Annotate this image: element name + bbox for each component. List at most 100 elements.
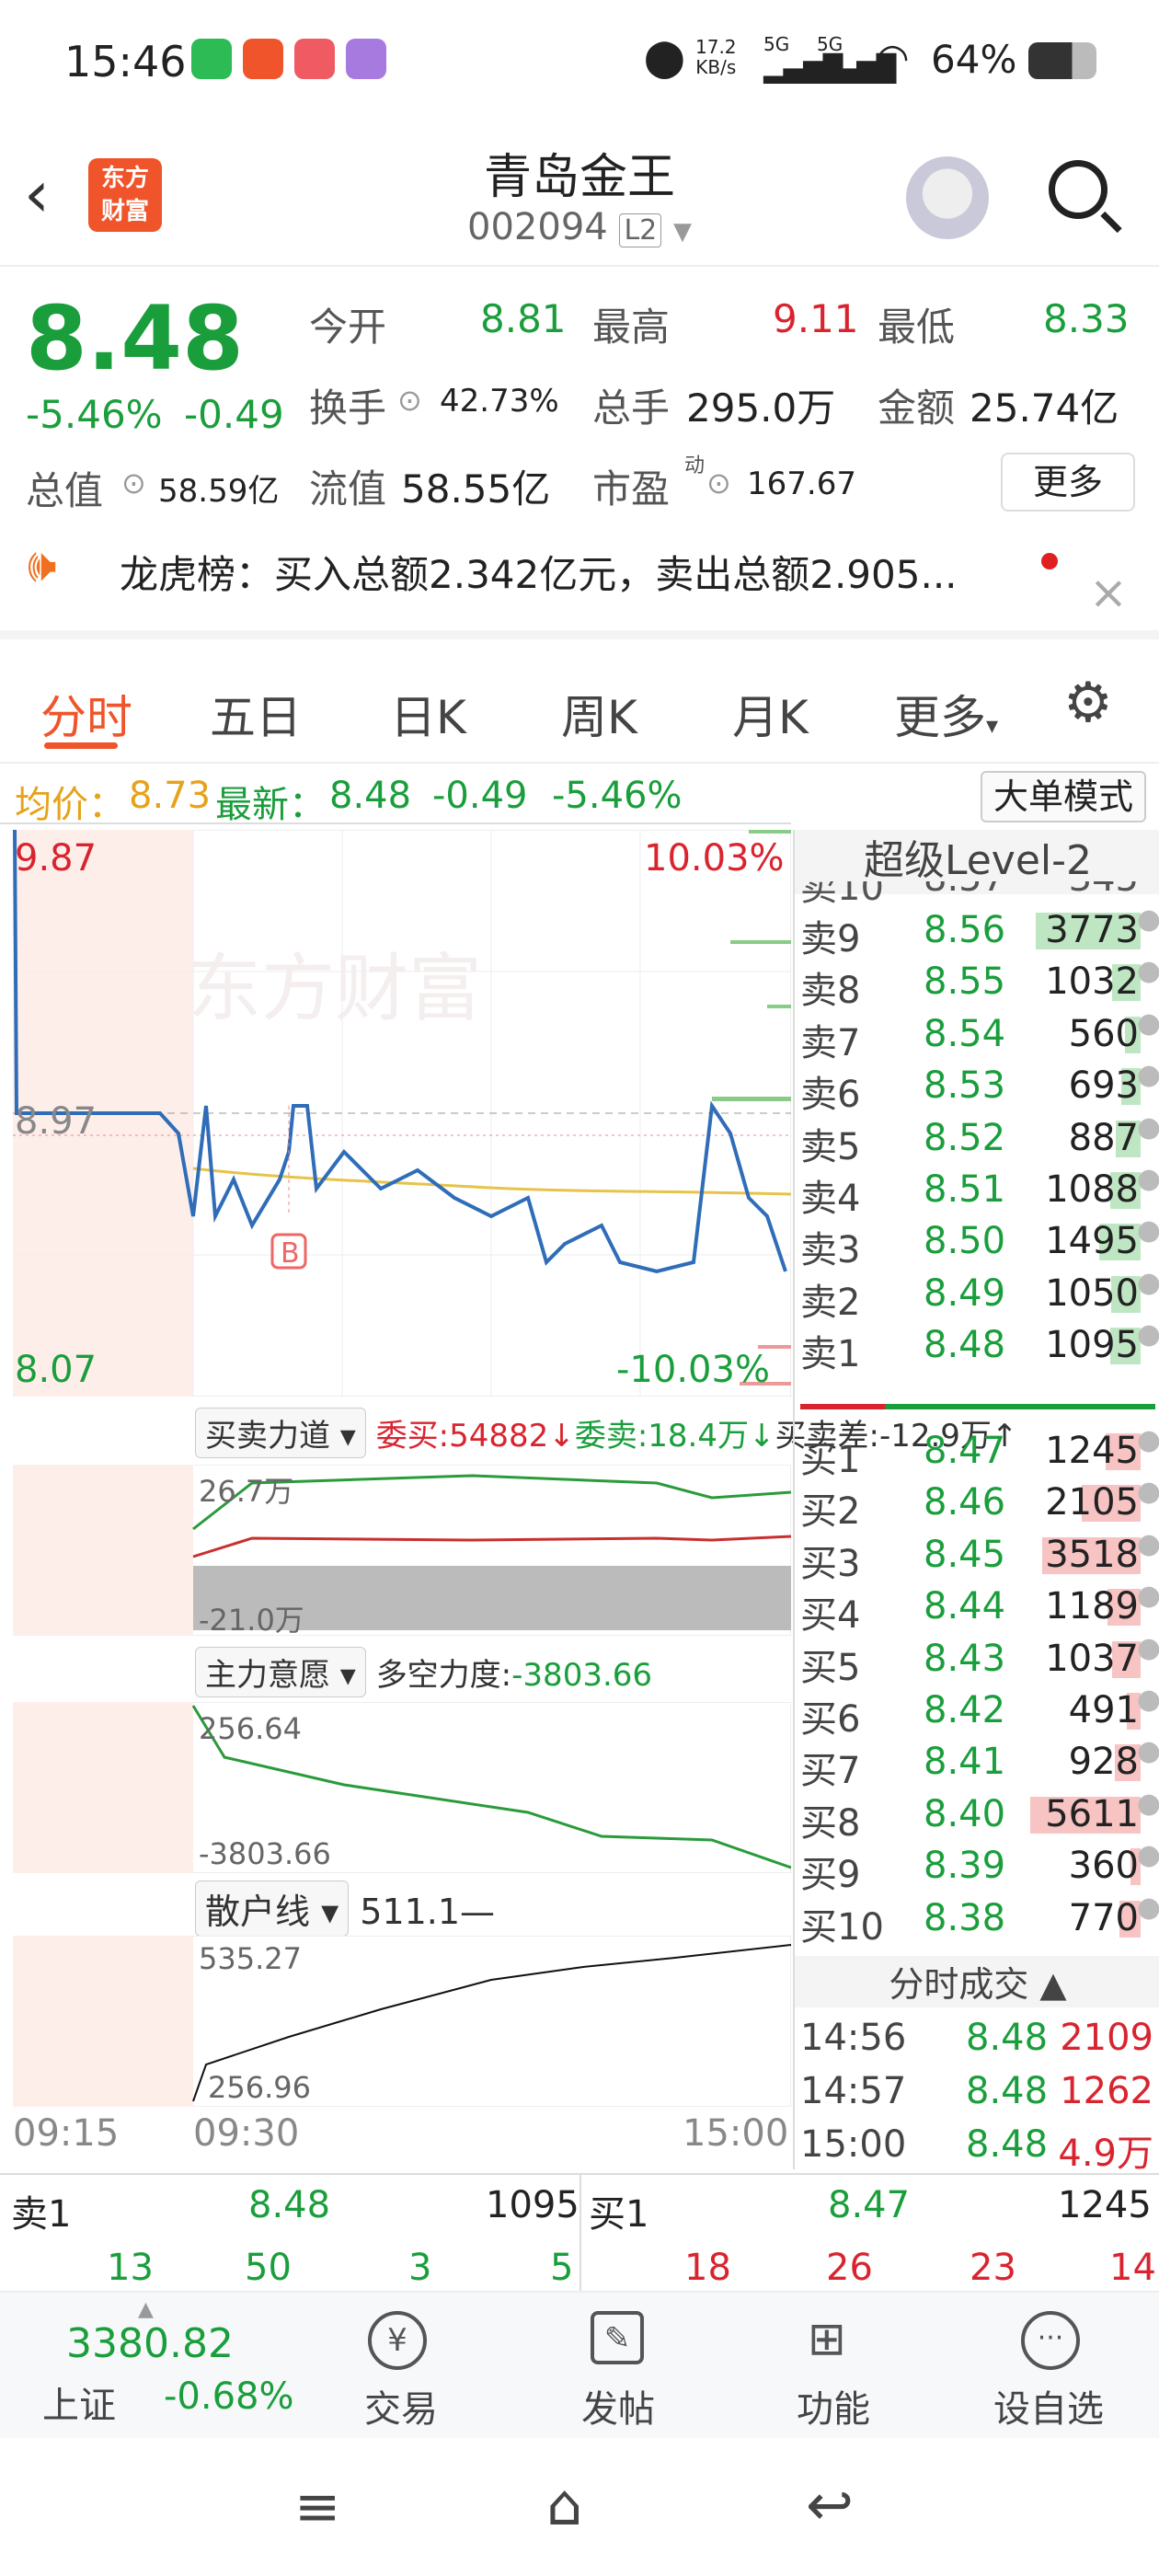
ind3-top: 535.27 [199, 1941, 302, 1976]
index-name[interactable]: 上证 [42, 2375, 116, 2429]
bid-row[interactable]: 买1 8.47 1245 ● [795, 1424, 1159, 1481]
summary-ask-count: 5 [550, 2247, 574, 2289]
order-dot-icon: ● [1136, 1839, 1159, 1872]
quote-panel: 8.48 -5.46% -0.49 总值 ⊙ 58.59亿 今开 8.81 最高… [0, 269, 1159, 535]
ask-row[interactable]: 卖9 8.56 3773 ● [795, 903, 1159, 960]
bid-label: 买8 [800, 1801, 861, 1845]
main-force-chart[interactable]: 256.64 -3803.66 [13, 1702, 791, 1873]
signal-label: 5G [817, 33, 843, 55]
bid-row[interactable]: 买3 8.45 3518 ● [795, 1528, 1159, 1585]
ask-row[interactable]: 卖1 8.48 1095 ● [795, 1318, 1159, 1375]
bid-row[interactable]: 买6 8.42 491 ● [795, 1684, 1159, 1741]
trade-time: 14:56 [800, 2017, 907, 2059]
order-sell-value: 18.4万 [648, 1418, 749, 1455]
trade-time: 15:00 [800, 2123, 907, 2166]
ask-row[interactable]: 卖7 8.54 560 ● [795, 1007, 1159, 1064]
info-icon[interactable]: ⊙ [397, 383, 422, 418]
more-button[interactable]: 更多 [1001, 453, 1135, 512]
pe-value: 167.67 [747, 466, 856, 502]
tab-day-k[interactable]: 日K [390, 681, 466, 747]
bid-row[interactable]: 买2 8.46 2105 ● [795, 1476, 1159, 1533]
bid-label: 买6 [800, 1698, 861, 1741]
bid-row[interactable]: 买10 8.38 770 ● [795, 1891, 1159, 1949]
ask-volume: 560 [1068, 1012, 1139, 1055]
index-value[interactable]: 3380.82 [66, 2320, 234, 2367]
bid-row[interactable]: 买9 8.39 360 ● [795, 1839, 1159, 1896]
info-icon[interactable]: ⊙ [121, 466, 146, 500]
ask-row-10: 卖108.57345 [800, 881, 1139, 903]
tab-intraday[interactable]: 分时 [40, 681, 132, 747]
expand-caret-icon[interactable]: ▲ [138, 2298, 154, 2321]
robot-assistant-icon[interactable] [906, 156, 989, 239]
app-header: ‹ 东方 财富 青岛金王 002094 L2 ▼ [0, 120, 1159, 267]
order-dot-icon: ● [1136, 1891, 1159, 1924]
indicator1-select[interactable]: 买卖力道 ▾ [195, 1408, 366, 1458]
turnover-label: 换手 [309, 385, 387, 431]
ask-row[interactable]: 卖4 8.51 1088 ● [795, 1163, 1159, 1220]
retail-line-chart[interactable]: 535.27 256.96 [13, 1936, 791, 2107]
ask-volume: 693 [1068, 1064, 1139, 1108]
long-short-value: -3803.66 [511, 1657, 653, 1694]
more-dots-icon[interactable]: ··· [1021, 2311, 1080, 2370]
edit-icon[interactable]: ✎ [591, 2311, 644, 2364]
buy-sell-power-chart[interactable]: 26.7万 -21.0万 [13, 1465, 791, 1636]
function-button[interactable]: 功能 [797, 2379, 870, 2432]
market-cap: 58.59亿 [158, 473, 280, 510]
ask-row[interactable]: 卖5 8.52 887 ● [795, 1111, 1159, 1168]
trades-title[interactable]: 分时成交 ▲ [795, 1956, 1159, 2007]
volume-label: 总手 [592, 385, 671, 431]
bid-price: 8.44 [924, 1585, 1006, 1628]
bid-volume: 928 [1068, 1741, 1139, 1784]
summary-bid-count: 18 [684, 2247, 731, 2289]
bid-row[interactable]: 买7 8.41 928 ● [795, 1735, 1159, 1792]
bid-row[interactable]: 买8 8.40 5611 ● [795, 1788, 1159, 1845]
ask-volume: 3773 [1045, 909, 1139, 951]
indicator2-select[interactable]: 主力意愿 ▾ [195, 1647, 366, 1697]
intraday-chart[interactable]: 东方财富 B 9.87 8.97 8.07 10.03% -10.03% [13, 830, 791, 1397]
net-speed: 17.2 KB/s [695, 36, 737, 78]
wifi-icon: ◠ [876, 35, 910, 80]
status-bar: 15:46 ⬤ 17.2 KB/s 5G ▂▄▆█ 5G ▂▄▆█ ◠ 64% [0, 0, 1159, 120]
trade-volume: 2109 [1060, 2017, 1153, 2059]
add-watchlist-button[interactable]: 设自选 [993, 2379, 1104, 2432]
big-order-mode-button[interactable]: 大单模式 [981, 771, 1146, 822]
order-sell-label: 委卖: [574, 1418, 648, 1455]
bid-row[interactable]: 买4 8.44 1189 ● [795, 1580, 1159, 1637]
bid-price: 8.40 [924, 1792, 1006, 1835]
buy-marker[interactable]: B [281, 1237, 300, 1270]
volume-value: 295.0万 [686, 385, 836, 431]
tab-month-k[interactable]: 月K [732, 681, 809, 747]
summary-ask1-vol: 1095 [486, 2184, 580, 2226]
ask-row[interactable]: 卖2 8.49 1050 ● [795, 1267, 1159, 1324]
ask-price: 8.49 [924, 1271, 1006, 1315]
bid-volume: 3518 [1045, 1533, 1139, 1576]
index-change[interactable]: -0.68% [164, 2375, 294, 2418]
search-icon[interactable] [1049, 160, 1107, 219]
menu-icon[interactable]: ≡ [294, 2475, 340, 2539]
tab-week-k[interactable]: 周K [561, 681, 637, 747]
close-icon[interactable]: × [1089, 566, 1128, 619]
float-cap-label: 流值 [309, 466, 387, 512]
tab-five-day[interactable]: 五日 [210, 681, 302, 747]
time-open: 09:30 [193, 2112, 300, 2155]
function-grid-icon[interactable]: ⊞ [808, 2311, 863, 2366]
long-short-label: 多空力度: [375, 1657, 512, 1694]
home-icon[interactable]: ⌂ [546, 2471, 582, 2538]
ind1-top: 26.7万 [199, 1474, 293, 1509]
settings-gear-icon[interactable]: ⚙ [1063, 671, 1113, 735]
post-button[interactable]: 发帖 [581, 2379, 655, 2432]
tab-more[interactable]: 更多▾ [894, 681, 998, 747]
battery-icon [1028, 42, 1096, 79]
ask-volume: 1095 [1045, 1324, 1139, 1367]
trade-button[interactable]: 交易 [364, 2379, 438, 2432]
best-quote-summary: 卖1 8.48 1095 买1 8.47 1245 13 50 3 5 18 2… [0, 2173, 1159, 2293]
ask-row[interactable]: 卖6 8.53 693 ● [795, 1059, 1159, 1116]
ask-row[interactable]: 卖8 8.55 1032 ● [795, 955, 1159, 1012]
bid-row[interactable]: 买5 8.43 1037 ● [795, 1632, 1159, 1689]
notice-bar[interactable]: 🕪 龙虎榜：买入总额2.342亿元，卖出总额2.905... × [0, 538, 1159, 639]
indicator3-select[interactable]: 散户线 ▾ [195, 1880, 350, 1937]
ask-row[interactable]: 卖3 8.50 1495 ● [795, 1214, 1159, 1271]
trade-icon[interactable]: ¥ [368, 2311, 427, 2370]
back-nav-icon[interactable]: ↩ [806, 2471, 854, 2538]
info-icon[interactable]: ⊙ [706, 466, 731, 500]
